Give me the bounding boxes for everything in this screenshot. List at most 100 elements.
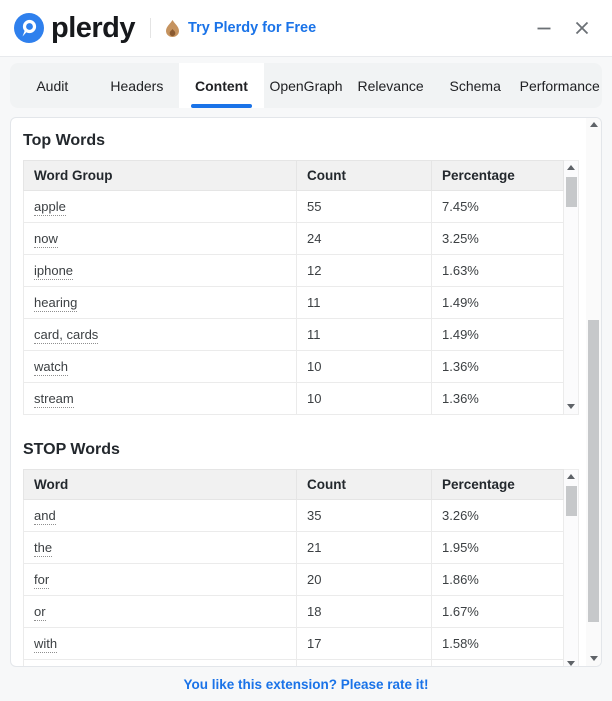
column-percentage: Percentage <box>431 469 564 500</box>
word-cell: or <box>23 595 297 628</box>
tabbar: Audit Headers Content OpenGraph Relevanc… <box>10 63 602 108</box>
word-text[interactable]: the <box>34 540 53 557</box>
count-cell: 12 <box>296 254 432 287</box>
tab-schema[interactable]: Schema <box>433 63 518 108</box>
word-text[interactable]: for <box>34 572 50 589</box>
app-header: plerdy Try Plerdy for Free <box>0 0 612 57</box>
count-cell: 17 <box>296 627 432 660</box>
scroll-up-icon[interactable] <box>567 165 575 170</box>
scrollbar-thumb[interactable] <box>566 177 577 207</box>
word-cell: the <box>23 531 297 564</box>
percentage-cell: 1.49% <box>431 286 564 319</box>
table-header-row: Word Group Count Percentage <box>23 160 564 191</box>
table-row <box>23 659 564 666</box>
word-text[interactable]: iphone <box>34 263 74 280</box>
stop-words-scrollbar[interactable] <box>564 469 579 666</box>
flame-icon <box>166 19 180 37</box>
table-row: stream 10 1.36% <box>23 382 564 415</box>
scroll-down-icon[interactable] <box>589 656 598 661</box>
minimize-button[interactable] <box>532 16 556 40</box>
word-cell: card, cards <box>23 318 297 351</box>
scroll-up-icon[interactable] <box>567 474 575 479</box>
minimize-icon <box>536 20 552 36</box>
scrollbar-thumb[interactable] <box>566 486 577 516</box>
scrollbar-thumb[interactable] <box>588 320 599 622</box>
header-divider <box>150 18 152 38</box>
count-cell: 11 <box>296 318 432 351</box>
table-row: watch 10 1.36% <box>23 350 564 383</box>
count-cell: 10 <box>296 382 432 415</box>
scroll-down-icon[interactable] <box>567 661 575 666</box>
column-count: Count <box>296 160 432 191</box>
logo-text: plerdy <box>51 11 136 44</box>
tab-audit[interactable]: Audit <box>10 63 95 108</box>
close-button[interactable] <box>570 16 594 40</box>
word-cell: now <box>23 222 297 255</box>
percentage-cell: 3.26% <box>431 499 564 532</box>
column-word: Word <box>23 469 297 500</box>
word-cell: with <box>23 627 297 660</box>
table-row: with 17 1.58% <box>23 627 564 660</box>
top-words-table-wrap: Word Group Count Percentage apple 55 7.4… <box>23 160 579 415</box>
word-text[interactable]: card, cards <box>34 327 99 344</box>
tab-content[interactable]: Content <box>179 63 264 108</box>
table-row: apple 55 7.45% <box>23 190 564 223</box>
plerdy-logo[interactable]: plerdy <box>14 11 136 45</box>
table-row: the 21 1.95% <box>23 531 564 564</box>
tab-relevance[interactable]: Relevance <box>348 63 433 108</box>
percentage-cell: 1.95% <box>431 531 564 564</box>
tab-opengraph[interactable]: OpenGraph <box>264 63 349 108</box>
tab-performance[interactable]: Performance <box>517 63 602 108</box>
word-cell: and <box>23 499 297 532</box>
stop-words-table-wrap: Word Count Percentage and 35 3.26% the 2… <box>23 469 579 666</box>
close-icon <box>574 20 590 36</box>
table-row: hearing 11 1.49% <box>23 286 564 319</box>
top-words-scrollbar[interactable] <box>564 160 579 415</box>
word-text[interactable]: hearing <box>34 295 78 312</box>
plerdy-logo-icon <box>14 13 44 43</box>
column-word-group: Word Group <box>23 160 297 191</box>
word-cell: watch <box>23 350 297 383</box>
count-cell: 21 <box>296 531 432 564</box>
word-cell: apple <box>23 190 297 223</box>
word-text[interactable]: now <box>34 231 58 248</box>
table-row: card, cards 11 1.49% <box>23 318 564 351</box>
table-row: for 20 1.86% <box>23 563 564 596</box>
rate-extension-link[interactable]: You like this extension? Please rate it! <box>183 677 428 692</box>
word-cell: iphone <box>23 254 297 287</box>
stop-words-title: STOP Words <box>23 441 120 458</box>
percentage-cell: 7.45% <box>431 190 564 223</box>
percentage-cell: 1.49% <box>431 318 564 351</box>
count-cell: 11 <box>296 286 432 319</box>
count-cell: 20 <box>296 563 432 596</box>
column-count: Count <box>296 469 432 500</box>
table-row: and 35 3.26% <box>23 499 564 532</box>
word-text[interactable]: with <box>34 636 58 653</box>
word-text[interactable]: stream <box>34 391 74 408</box>
stop-words-table: Word Count Percentage and 35 3.26% the 2… <box>23 469 564 666</box>
count-cell: 10 <box>296 350 432 383</box>
word-text[interactable]: apple <box>34 199 66 216</box>
table-header-row: Word Count Percentage <box>23 469 564 500</box>
word-text[interactable]: or <box>34 604 46 621</box>
word-text[interactable]: and <box>34 508 56 525</box>
scroll-down-icon[interactable] <box>567 404 575 409</box>
percentage-cell: 1.67% <box>431 595 564 628</box>
try-plerdy-link[interactable]: Try Plerdy for Free <box>166 19 316 37</box>
content-panel: Top Words Word Group Count Percentage ap… <box>10 117 602 667</box>
panel-scrollbar[interactable] <box>586 118 601 666</box>
table-row: iphone 12 1.63% <box>23 254 564 287</box>
word-cell: hearing <box>23 286 297 319</box>
count-cell: 35 <box>296 499 432 532</box>
word-text[interactable]: watch <box>34 359 68 376</box>
column-percentage: Percentage <box>431 160 564 191</box>
percentage-cell: 1.36% <box>431 382 564 415</box>
percentage-cell: 1.58% <box>431 627 564 660</box>
percentage-cell <box>431 659 564 666</box>
percentage-cell: 1.36% <box>431 350 564 383</box>
count-cell: 24 <box>296 222 432 255</box>
top-words-title: Top Words <box>23 132 106 149</box>
scroll-up-icon[interactable] <box>589 122 598 127</box>
count-cell <box>296 659 432 666</box>
tab-headers[interactable]: Headers <box>95 63 180 108</box>
